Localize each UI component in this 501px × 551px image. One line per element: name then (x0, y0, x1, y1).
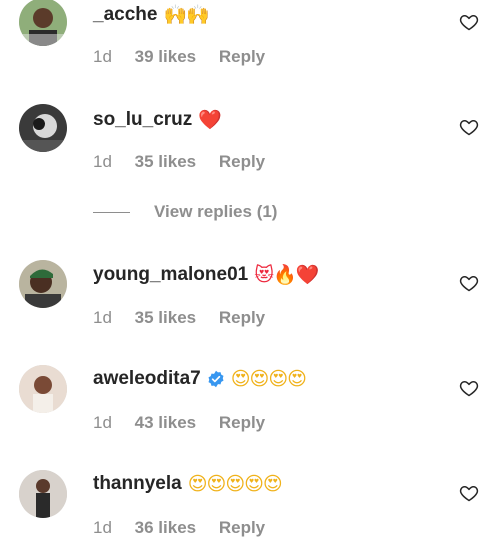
username[interactable]: young_malone01 (93, 264, 248, 286)
comment-time: 1d (93, 518, 112, 537)
view-replies-button[interactable]: View replies (1) (154, 202, 277, 222)
avatar[interactable] (19, 470, 67, 518)
likes-count[interactable]: 35 likes (135, 152, 196, 171)
comment-emoji: ❤️ (198, 109, 222, 131)
heart-outline-icon[interactable] (459, 378, 479, 398)
reply-button[interactable]: Reply (219, 308, 265, 327)
avatar[interactable] (19, 365, 67, 413)
comment-emoji: 😻🔥❤️ (254, 264, 319, 286)
likes-count[interactable]: 36 likes (135, 518, 196, 537)
reply-button[interactable]: Reply (219, 152, 265, 171)
heart-outline-icon[interactable] (459, 117, 479, 137)
comment-text: so_lu_cruz ❤️ (93, 108, 222, 132)
view-replies[interactable]: View replies (1) (93, 202, 277, 222)
heart-outline-icon[interactable] (459, 483, 479, 503)
comment-text: young_malone01 😻🔥❤️ (93, 263, 319, 287)
reply-button[interactable]: Reply (219, 518, 265, 537)
username[interactable]: aweleodita7 (93, 368, 201, 390)
comment-emoji: 😍😍😍😍 (230, 368, 307, 390)
avatar[interactable] (19, 260, 67, 308)
likes-count[interactable]: 43 likes (135, 413, 196, 432)
comment-time: 1d (93, 152, 112, 171)
comment-meta: 1d 35 likes Reply (93, 308, 283, 328)
comment-time: 1d (93, 413, 112, 432)
verified-badge-icon (208, 370, 224, 388)
comment-meta: 1d 35 likes Reply (93, 152, 283, 172)
comment-meta: 1d 43 likes Reply (93, 413, 283, 433)
reply-button[interactable]: Reply (219, 413, 265, 432)
likes-count[interactable]: 35 likes (135, 308, 196, 327)
comment-meta: 1d 36 likes Reply (93, 518, 283, 538)
avatar[interactable] (19, 104, 67, 152)
username[interactable]: thannyela (93, 473, 182, 495)
comment-item: thannyela 😍😍😍😍😍 1d 36 likes Reply (0, 0, 501, 537)
username[interactable]: so_lu_cruz (93, 109, 192, 131)
heart-outline-icon[interactable] (459, 273, 479, 293)
comment-time: 1d (93, 308, 112, 327)
view-replies-divider (93, 211, 130, 213)
comment-text: aweleodita7 😍😍😍😍 (93, 368, 307, 390)
comment-emoji: 😍😍😍😍😍 (187, 473, 283, 495)
comment-text: thannyela 😍😍😍😍😍 (93, 473, 283, 495)
